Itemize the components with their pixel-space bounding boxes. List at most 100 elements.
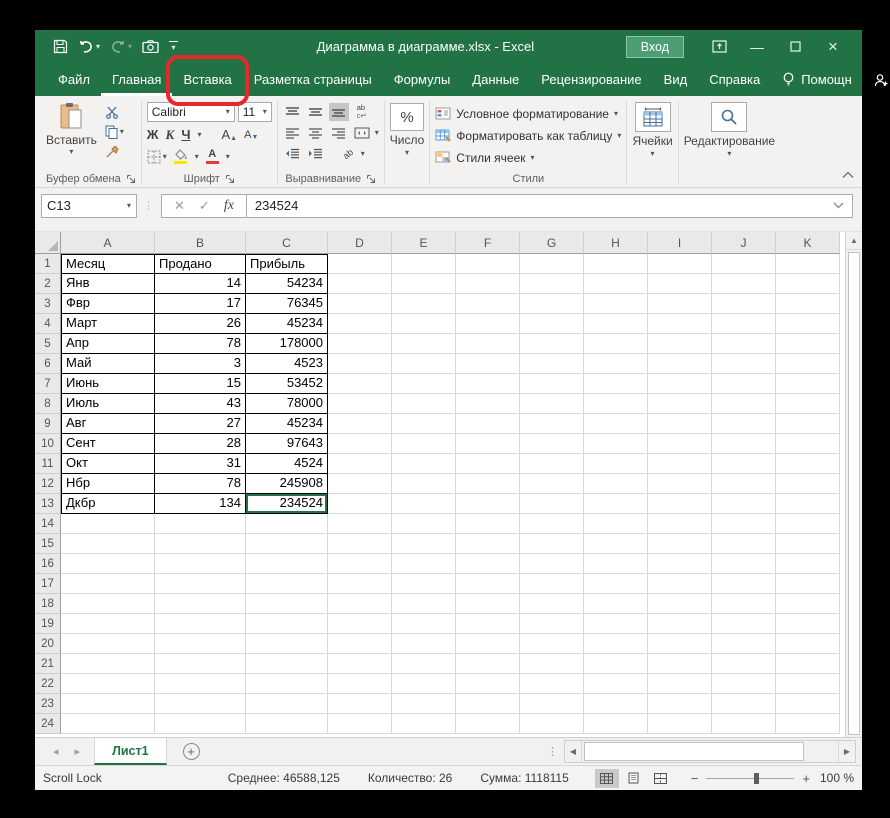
cell-F16[interactable] [456, 554, 520, 574]
cell-E19[interactable] [392, 614, 456, 634]
cell-G12[interactable] [520, 474, 584, 494]
normal-view-button[interactable] [594, 768, 619, 788]
cell-H11[interactable] [584, 454, 648, 474]
cell-J24[interactable] [712, 714, 776, 734]
cell-A18[interactable] [61, 594, 155, 614]
cell-H8[interactable] [584, 394, 648, 414]
cell-A19[interactable] [61, 614, 155, 634]
align-right-button[interactable] [329, 124, 349, 142]
row-header-9[interactable]: 9 [35, 414, 61, 434]
align-middle-button[interactable] [306, 103, 326, 121]
cell-A7[interactable]: Июнь [61, 374, 155, 394]
cell-K6[interactable] [776, 354, 840, 374]
horizontal-scrollbar[interactable]: ◀ ▶ [564, 740, 856, 763]
cell-C7[interactable]: 53452 [246, 374, 328, 394]
cell-B21[interactable] [155, 654, 246, 674]
cell-C4[interactable]: 45234 [246, 314, 328, 334]
cell-J23[interactable] [712, 694, 776, 714]
confirm-entry-icon[interactable]: ✓ [199, 198, 210, 214]
cell-F21[interactable] [456, 654, 520, 674]
cell-H6[interactable] [584, 354, 648, 374]
column-header-E[interactable]: E [392, 232, 456, 254]
copy-button[interactable]: ▾ [105, 124, 124, 140]
cell-D19[interactable] [328, 614, 392, 634]
collapse-ribbon-icon[interactable] [842, 166, 854, 184]
cell-I24[interactable] [648, 714, 712, 734]
cell-I17[interactable] [648, 574, 712, 594]
cell-E2[interactable] [392, 274, 456, 294]
cell-J19[interactable] [712, 614, 776, 634]
cell-styles-button[interactable]: Стили ячеек ▾ [435, 147, 621, 168]
cell-H4[interactable] [584, 314, 648, 334]
decrease-indent-button[interactable] [283, 145, 303, 163]
cut-button[interactable] [105, 104, 124, 120]
cell-H16[interactable] [584, 554, 648, 574]
cell-H18[interactable] [584, 594, 648, 614]
cell-H15[interactable] [584, 534, 648, 554]
cell-E21[interactable] [392, 654, 456, 674]
font-size-combobox[interactable]: 11 ▾ [237, 102, 272, 122]
cell-A15[interactable] [61, 534, 155, 554]
cell-I8[interactable] [648, 394, 712, 414]
cell-H2[interactable] [584, 274, 648, 294]
cell-J11[interactable] [712, 454, 776, 474]
ribbon-tab-4[interactable]: Формулы [383, 63, 462, 96]
conditional-formatting-button[interactable]: Условное форматирование ▾ [435, 103, 621, 124]
cell-H23[interactable] [584, 694, 648, 714]
cell-K7[interactable] [776, 374, 840, 394]
cell-J1[interactable] [712, 254, 776, 274]
cell-H14[interactable] [584, 514, 648, 534]
merge-center-button[interactable] [352, 124, 372, 142]
cell-E3[interactable] [392, 294, 456, 314]
cells-dropdown-arrow[interactable]: ▾ [651, 150, 655, 158]
cell-G5[interactable] [520, 334, 584, 354]
cell-K23[interactable] [776, 694, 840, 714]
row-header-8[interactable]: 8 [35, 394, 61, 414]
cell-G15[interactable] [520, 534, 584, 554]
cell-E18[interactable] [392, 594, 456, 614]
column-header-I[interactable]: I [648, 232, 712, 254]
cell-I10[interactable] [648, 434, 712, 454]
cell-A14[interactable] [61, 514, 155, 534]
cell-A13[interactable]: Дкбр [61, 494, 155, 514]
cell-F12[interactable] [456, 474, 520, 494]
select-all-corner[interactable] [35, 232, 61, 254]
cell-E11[interactable] [392, 454, 456, 474]
cell-D12[interactable] [328, 474, 392, 494]
cell-F17[interactable] [456, 574, 520, 594]
cell-E1[interactable] [392, 254, 456, 274]
undo-dropdown-arrow[interactable]: ▾ [96, 42, 100, 51]
cell-F1[interactable] [456, 254, 520, 274]
cell-C20[interactable] [246, 634, 328, 654]
cell-G23[interactable] [520, 694, 584, 714]
cell-D16[interactable] [328, 554, 392, 574]
row-header-13[interactable]: 13 [35, 494, 61, 514]
cell-F6[interactable] [456, 354, 520, 374]
cell-A23[interactable] [61, 694, 155, 714]
cell-H24[interactable] [584, 714, 648, 734]
cell-B24[interactable] [155, 714, 246, 734]
cell-J2[interactable] [712, 274, 776, 294]
vertical-scrollbar-thumb[interactable] [848, 252, 860, 735]
cell-K15[interactable] [776, 534, 840, 554]
row-header-5[interactable]: 5 [35, 334, 61, 354]
cell-J5[interactable] [712, 334, 776, 354]
cell-E13[interactable] [392, 494, 456, 514]
cell-K16[interactable] [776, 554, 840, 574]
name-box[interactable]: C13 ▾ [41, 193, 137, 218]
cell-A24[interactable] [61, 714, 155, 734]
find-select-button[interactable] [711, 102, 748, 132]
cell-J20[interactable] [712, 634, 776, 654]
page-layout-view-button[interactable] [622, 769, 646, 788]
zoom-slider[interactable] [706, 772, 795, 784]
cell-E7[interactable] [392, 374, 456, 394]
cell-J10[interactable] [712, 434, 776, 454]
editing-dropdown-arrow[interactable]: ▾ [727, 150, 731, 158]
row-header-16[interactable]: 16 [35, 554, 61, 574]
scroll-left-icon[interactable]: ◀ [565, 741, 582, 762]
customize-toolbar-button[interactable]: ▾ [169, 41, 179, 52]
cell-J3[interactable] [712, 294, 776, 314]
zoom-slider-thumb[interactable] [753, 772, 759, 784]
column-header-D[interactable]: D [328, 232, 392, 254]
cell-F11[interactable] [456, 454, 520, 474]
